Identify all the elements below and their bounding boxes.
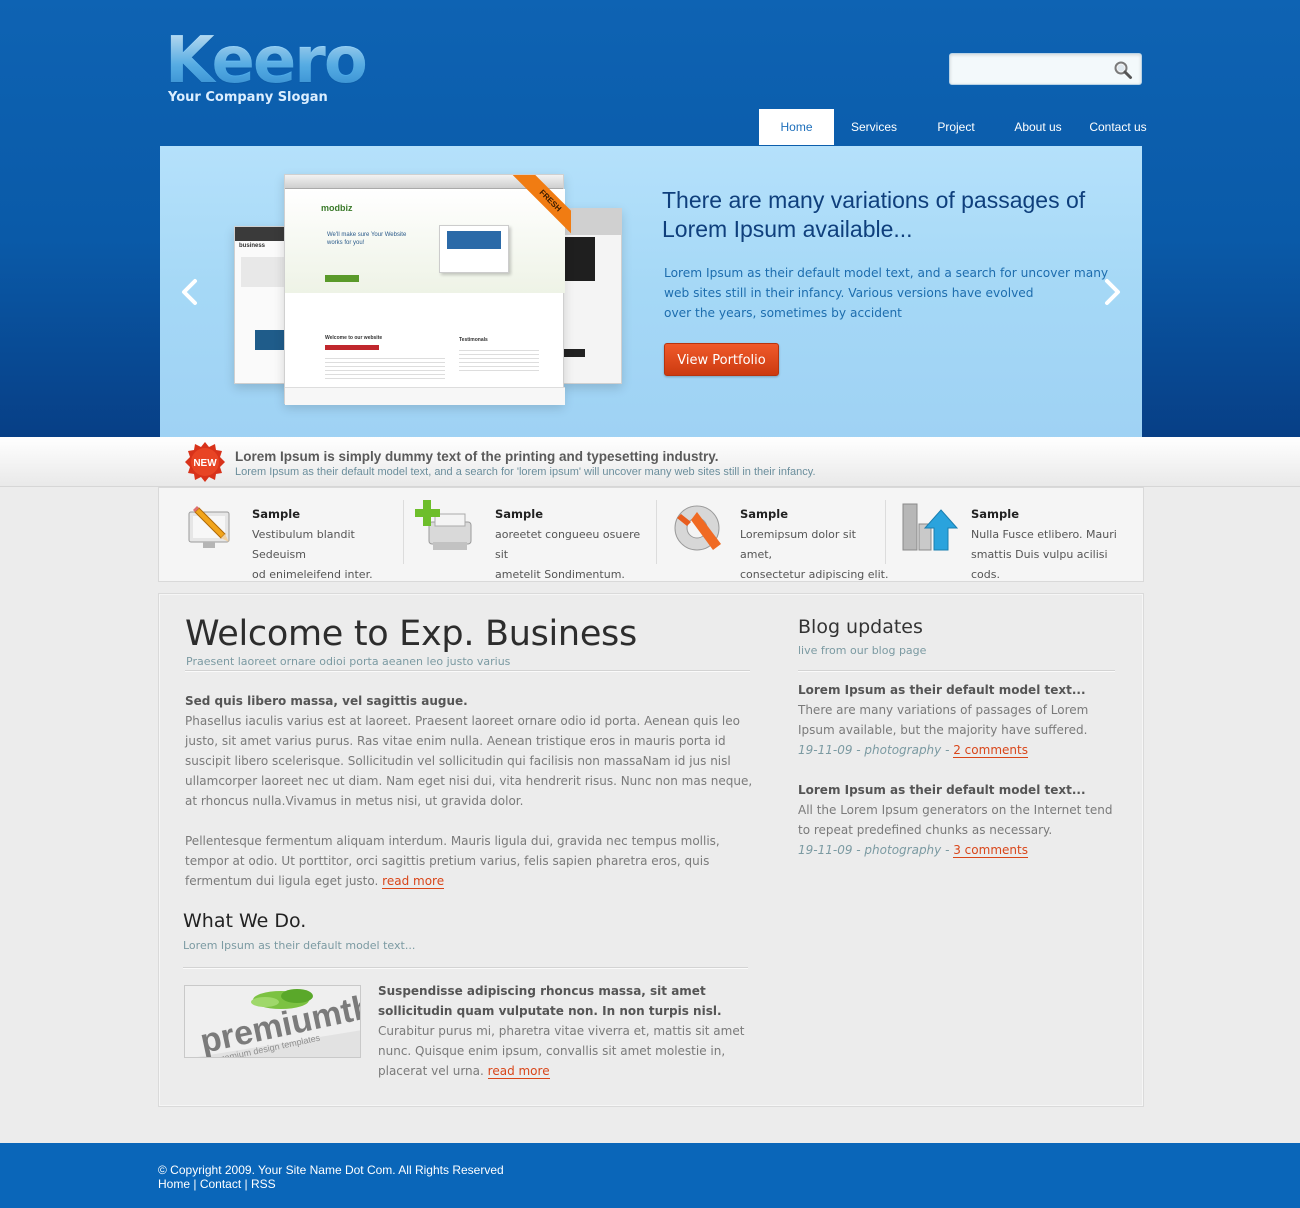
feature-item: Sample Loremipsum dolor sit amet, consect…	[671, 488, 888, 583]
blog-post: Lorem Ipsum as their default model text.…	[798, 780, 1118, 860]
mockup-headline: We'll make sure Your Website works for y…	[327, 232, 407, 246]
view-portfolio-button[interactable]: View Portfolio	[664, 343, 779, 376]
mockup-left-brand: business	[239, 243, 266, 249]
what-we-do-title: What We Do.	[183, 910, 307, 932]
blog-post-title[interactable]: Lorem Ipsum as their default model text.…	[798, 780, 1118, 800]
pencil-monitor-icon	[185, 502, 237, 554]
what-we-do-body: Curabitur purus mi, pharetra vitae viver…	[378, 1024, 745, 1078]
main-content: Welcome to Exp. Business Praesent laoree…	[158, 593, 1144, 1107]
nav-about-us[interactable]: About us	[998, 109, 1078, 145]
bar-chart-arrow-icon	[901, 502, 959, 554]
mockup-testimonials: Testimonals	[459, 337, 488, 343]
second-paragraph: Pellentesque fermentum aliquam interdum.…	[185, 831, 755, 891]
feature-item: Sample Vestibulum blandit Sedeuism od eni…	[185, 488, 405, 583]
slider-prev-arrow-icon[interactable]	[178, 277, 202, 307]
nav-home[interactable]: Home	[759, 109, 834, 145]
footer-link-home[interactable]: Home	[158, 1177, 190, 1191]
blog-title: Blog updates	[798, 616, 923, 638]
footer-separator: |	[193, 1177, 197, 1191]
svg-text:NEW: NEW	[193, 458, 217, 469]
what-we-do-text: Suspendisse adipiscing rhoncus massa, si…	[378, 981, 748, 1081]
footer: © Copyright 2009. Your Site Name Dot Com…	[0, 1143, 1300, 1208]
nav-project[interactable]: Project	[914, 109, 998, 145]
blog-post-meta: 19-11-09 - photography -	[798, 743, 954, 757]
hero-slider: business modbiz We'll make sure Your Web…	[160, 146, 1142, 437]
feature-divider	[885, 500, 886, 564]
feature-body: Loremipsum dolor sit amet, consectetur ad…	[740, 528, 889, 581]
divider	[183, 967, 748, 968]
slogan: Your Company Slogan	[168, 90, 328, 105]
blog-post-comments-link[interactable]: 3 comments	[953, 843, 1028, 858]
blog-post: Lorem Ipsum as their default model text.…	[798, 680, 1118, 760]
fresh-ribbon: FRESH	[507, 175, 571, 239]
main-nav: Home Services Project About us Contact u…	[759, 109, 1158, 145]
news-title: Lorem Ipsum is simply dummy text of the …	[235, 449, 719, 464]
news-subtitle: Lorem Ipsum as their default model text,…	[235, 466, 816, 478]
logo[interactable]: Keero	[165, 26, 368, 96]
copyright: © Copyright 2009. Your Site Name Dot Com…	[158, 1163, 504, 1177]
new-badge-icon: NEW	[184, 441, 226, 483]
nav-contact-us[interactable]: Contact us	[1078, 109, 1158, 145]
feature-item: Sample Nulla Fusce etlibero. Mauri smatti…	[901, 488, 1131, 583]
slide-body-line: over the years, sometimes by accident	[664, 306, 902, 320]
blog-post-comments-link[interactable]: 2 comments	[953, 743, 1028, 758]
what-we-do-bold: Suspendisse adipiscing rhoncus massa, si…	[378, 984, 722, 1018]
footer-links: Home | Contact | RSS	[158, 1177, 276, 1191]
printer-plus-icon	[414, 498, 475, 558]
page-subtitle: Praesent laoreet ornare odioi porta aean…	[186, 655, 511, 668]
slide-title: There are many variations of passages of…	[662, 187, 1086, 242]
blog-post-title[interactable]: Lorem Ipsum as their default model text.…	[798, 680, 1118, 700]
slide-body-line: Lorem Ipsum as their default model text,…	[664, 266, 1109, 280]
feature-divider	[656, 500, 657, 564]
search-input[interactable]	[958, 60, 1108, 80]
footer-separator: |	[244, 1177, 248, 1191]
read-more-link[interactable]: read more	[382, 874, 445, 889]
feature-body: Vestibulum blandit Sedeuism od enimeleife…	[252, 528, 373, 581]
slide-body: Lorem Ipsum as their default model text,…	[664, 263, 1114, 323]
feature-title: Sample	[971, 507, 1019, 521]
divider	[798, 670, 1115, 671]
slide-body-line: web sites still in their infancy. Variou…	[664, 286, 1034, 300]
divider	[185, 670, 750, 671]
slide-mockup-right	[562, 208, 622, 384]
what-we-do-subtitle: Lorem Ipsum as their default model text.…	[183, 939, 416, 952]
mockup-brand: modbiz	[321, 203, 353, 213]
footer-link-contact[interactable]: Contact	[200, 1177, 241, 1191]
features-strip: Sample Vestibulum blandit Sedeuism od eni…	[158, 487, 1144, 582]
feature-item: Sample aoreetet congueeu osuere sit amete…	[414, 488, 645, 583]
blog-post-body: There are many variations of passages of…	[798, 703, 1089, 737]
news-band: NEW Lorem Ipsum is simply dummy text of …	[0, 437, 1300, 487]
nav-services[interactable]: Services	[834, 109, 914, 145]
feature-title: Sample	[740, 507, 788, 521]
logo-text[interactable]: Keero	[165, 26, 368, 96]
footer-link-rss[interactable]: RSS	[251, 1177, 276, 1191]
blog-subtitle: live from our blog page	[798, 644, 927, 657]
feature-title: Sample	[495, 507, 543, 521]
search-box	[949, 53, 1142, 85]
intro-bold: Sed quis libero massa, vel sagittis augu…	[185, 694, 468, 708]
feature-divider	[403, 500, 404, 564]
search-icon[interactable]	[1113, 60, 1133, 80]
blog-post-body: All the Lorem Ipsum generators on the In…	[798, 803, 1113, 837]
intro-text: Phasellus iaculis varius est at laoreet.…	[185, 714, 753, 808]
slide-mockup-main: modbiz We'll make sure Your Website work…	[284, 174, 571, 405]
what-read-more-link[interactable]: read more	[487, 1064, 550, 1079]
feature-title: Sample	[252, 507, 300, 521]
second-text: Pellentesque fermentum aliquam interdum.…	[185, 834, 720, 888]
mockup-welcome: Welcome to our website	[325, 335, 383, 341]
intro-paragraph: Sed quis libero massa, vel sagittis augu…	[185, 691, 755, 811]
page-title: Welcome to Exp. Business	[185, 614, 637, 654]
blog-post-meta: 19-11-09 - photography -	[798, 843, 954, 857]
premium-templates-thumbnail[interactable]: premiumth premium design templates	[184, 985, 361, 1058]
feature-body: aoreetet congueeu osuere sit ametelit Son…	[495, 528, 641, 581]
feature-body: Nulla Fusce etlibero. Mauri smattis Duis …	[971, 528, 1117, 581]
lifebuoy-icon	[671, 500, 727, 556]
